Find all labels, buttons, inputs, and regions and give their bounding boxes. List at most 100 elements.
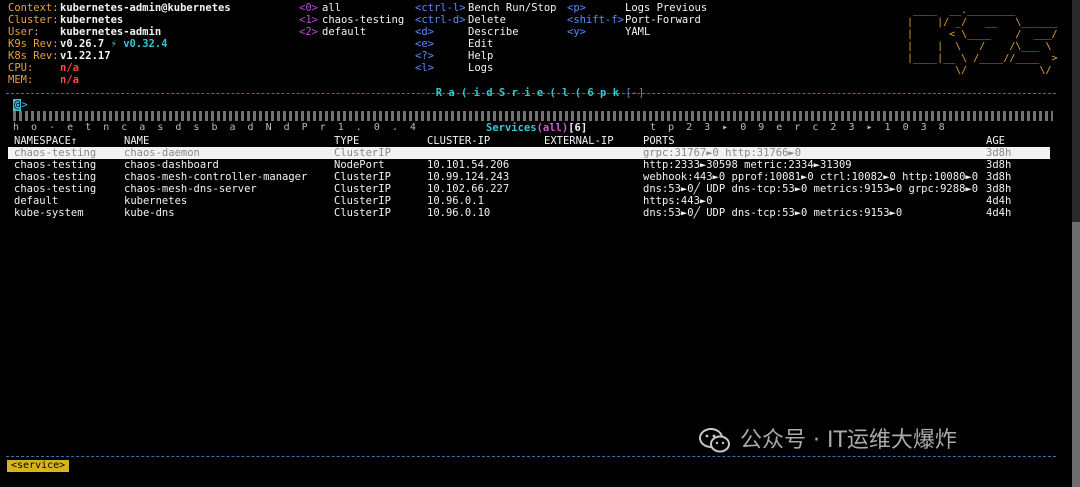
cell-cluster-ip: 10.102.66.227 [427,183,510,195]
user-label: User: [8,26,40,38]
cmd-key-yaml[interactable]: <y> [567,26,586,38]
cell-type: ClusterIP [334,183,391,195]
logo-line: \/ \/ [907,65,1058,76]
cell-namespace: kube-system [14,207,84,219]
cell-cluster-ip: 10.96.0.10 [427,207,491,219]
cell-name: chaos-mesh-controller-manager [124,171,308,183]
cmd-key-logs[interactable]: <l> [415,62,434,74]
logo-line: | |/ _/ __ \______ [907,17,1058,28]
panel-title: R a ( i d S r i e ( l ( 6 p k [-] [435,87,645,99]
col-name[interactable]: NAME [124,135,149,147]
k8s-rev-value: v1.22.17 [60,50,111,62]
cell-type: ClusterIP [334,171,391,183]
cell-namespace: chaos-testing [14,159,97,171]
cell-ports: grpc:31767►0 http:31766►0 [643,147,802,159]
logo-line: | < \____ / ___/ [907,29,1058,40]
cmd-label-delete[interactable]: Delete [468,14,506,26]
context-value: kubernetes-admin@kubernetes [60,2,231,14]
cmd-key-help[interactable]: <?> [415,50,434,62]
cell-ports: https:443►0 [643,195,713,207]
logo-line: | | \ / /\___ \ [907,41,1058,52]
cmd-label-bench[interactable]: Bench Run/Stop [468,2,557,14]
k8s-rev-label: K8s Rev: [8,50,59,62]
cell-type: NodePort [334,159,385,171]
col-type[interactable]: TYPE [334,135,359,147]
cluster-label: Cluster: [8,14,59,26]
cell-name: chaos-mesh-dns-server [124,183,257,195]
table-row[interactable]: chaos-testing chaos-mesh-controller-mana… [8,171,1050,183]
ns-key-0[interactable]: <0> [299,2,318,14]
col-external-ip[interactable]: EXTERNAL-IP [544,135,614,147]
scrollbar-thumb[interactable] [1072,222,1080,487]
crumb-prompt: @> [13,99,28,111]
cell-ports: webhook:443►0 pprof:10081►0 ctrl:10082►0… [643,171,979,183]
ns-label-1[interactable]: chaos-testing [322,14,404,26]
cmd-label-describe[interactable]: Describe [468,26,519,38]
cell-type: ClusterIP [334,195,391,207]
table-row[interactable]: chaos-testing chaos-mesh-dns-server Clus… [8,183,1050,195]
cell-age: 3d8h [986,183,1012,195]
cell-age: 4d4h [986,195,1012,207]
cmd-key-port-forward[interactable]: <shift-f> [567,14,624,26]
ns-label-2[interactable]: default [322,26,366,38]
k9s-logo: ____ __.________ | |/ _/ __ \______ | < \… [907,5,1058,77]
cell-cluster-ip: 10.99.124.243 [427,171,510,183]
cmd-key-logs-previous[interactable]: <p> [567,2,586,14]
ns-key-2[interactable]: <2> [299,26,318,38]
cell-name: chaos-dashboard [124,159,219,171]
cell-type: ClusterIP [334,207,391,219]
cell-age: 3d8h [986,159,1012,171]
watermark-text: 公众号 · IT运维大爆炸 [740,428,957,453]
cmd-key-delete[interactable]: <ctrl-d> [415,14,466,26]
cluster-value: kubernetes [60,14,124,26]
table-header: NAMESPACE↑ NAME TYPE CLUSTER-IP EXTERNAL… [8,135,1050,147]
cell-age: 4d4h [986,207,1012,219]
cmd-label-port-forward[interactable]: Port-Forward [625,14,701,26]
col-cluster-ip[interactable]: CLUSTER-IP [427,135,490,147]
cell-namespace: chaos-testing [14,183,97,195]
render-artifact-bar [13,111,1053,121]
cell-namespace: default [14,195,59,207]
cell-cluster-ip: 10.101.54.206 [427,159,510,171]
cmd-label-help[interactable]: Help [468,50,493,62]
cmd-key-bench[interactable]: <ctrl-l> [415,2,466,14]
cell-name: chaos-daemon [124,147,200,159]
footer-crumb[interactable]: <service> [7,460,70,472]
services-title: Services(all)[6] [486,122,588,134]
cell-namespace: chaos-testing [14,171,97,183]
mem-value: n/a [60,74,79,86]
cmd-key-describe[interactable]: <d> [415,26,434,38]
context-label: Context: [8,2,59,14]
cell-age: 3d8h [986,171,1012,183]
table-row-selected[interactable]: chaos-testing chaos-daemon ClusterIP grp… [8,147,1050,159]
wechat-icon [699,428,730,453]
cmd-label-edit[interactable]: Edit [468,38,493,50]
cmd-label-logs-previous[interactable]: Logs Previous [625,2,707,14]
user-value: kubernetes-admin [60,26,162,38]
ns-label-0[interactable]: all [322,2,341,14]
table-row[interactable]: default kubernetes ClusterIP 10.96.0.1 h… [8,195,1050,207]
k9s-rev-value: v0.26.7 ⚡ v0.32.4 [60,38,168,50]
col-age[interactable]: AGE [986,135,1005,147]
cell-cluster-ip: 10.96.0.1 [427,195,484,207]
cell-ports: http:2333►30598 metric:2334►31309 [643,159,852,171]
col-namespace[interactable]: NAMESPACE↑ [14,135,77,147]
cell-age: 3d8h [986,147,1012,159]
ns-key-1[interactable]: <1> [299,14,318,26]
cell-name: kube-dns [124,207,175,219]
cmd-label-yaml[interactable]: YAML [625,26,650,38]
col-ports[interactable]: PORTS [643,135,675,147]
cmd-key-edit[interactable]: <e> [415,38,434,50]
cmd-label-logs[interactable]: Logs [468,62,493,74]
table-row[interactable]: chaos-testing chaos-dashboard NodePort 1… [8,159,1050,171]
cpu-value: n/a [60,62,79,74]
logo-line: |____|__ \ /____//____ > [907,53,1058,64]
k9s-rev-label: K9s Rev: [8,38,59,50]
cpu-label: CPU: [8,62,34,74]
panel-title-bracket: [-] [625,87,645,99]
cell-ports: dns:53►0╱ UDP dns-tcp:53►0 metrics:9153►… [643,207,903,219]
render-artifact-line-right: t p 2 3 ▸ 0 9 e r c 2 3 ▸ 1 0 3 8 [650,122,948,133]
table-row[interactable]: kube-system kube-dns ClusterIP 10.96.0.1… [8,207,1050,219]
cell-name: kubernetes [124,195,188,207]
render-artifact-line: h o - e t n c a s d s b a d N d P r 1 . … [13,122,419,133]
